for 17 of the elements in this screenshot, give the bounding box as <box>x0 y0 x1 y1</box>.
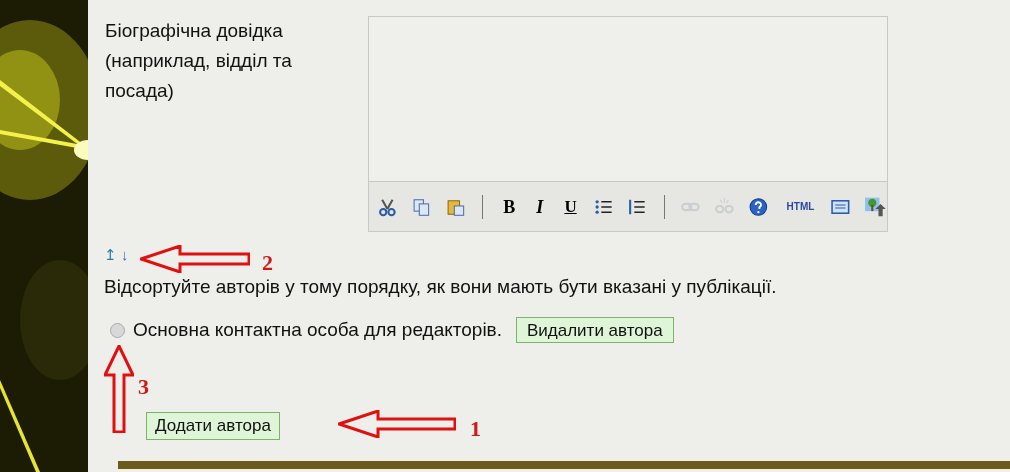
remove-author-button[interactable]: Видалити автора <box>516 317 674 344</box>
underline-button[interactable]: U <box>559 196 582 217</box>
italic-button[interactable]: I <box>531 196 549 217</box>
annotation-number: 1 <box>470 418 481 440</box>
move-up-link[interactable]: ↥ <box>104 246 117 264</box>
add-author-button[interactable]: Додати автора <box>146 411 280 440</box>
image-icon[interactable] <box>864 195 887 218</box>
html-button[interactable]: HTML <box>781 196 820 217</box>
annotation-number: 3 <box>138 376 149 398</box>
annotation-number: 2 <box>262 252 273 274</box>
move-down-link[interactable]: ↓ <box>121 246 129 264</box>
field-label: Біографічна довідка (наприклад, відділ та посада) <box>105 19 293 103</box>
radio-button[interactable] <box>110 322 125 338</box>
instruction-text: Відсортуйте авторів у тому порядку, як вони мають бути вказані у публікації. <box>103 275 778 299</box>
radio-label: Основна контактна особа для редакторів. <box>133 318 502 342</box>
bold-button[interactable]: B <box>498 196 521 217</box>
text-editor[interactable]: B I U HTML <box>368 16 888 232</box>
